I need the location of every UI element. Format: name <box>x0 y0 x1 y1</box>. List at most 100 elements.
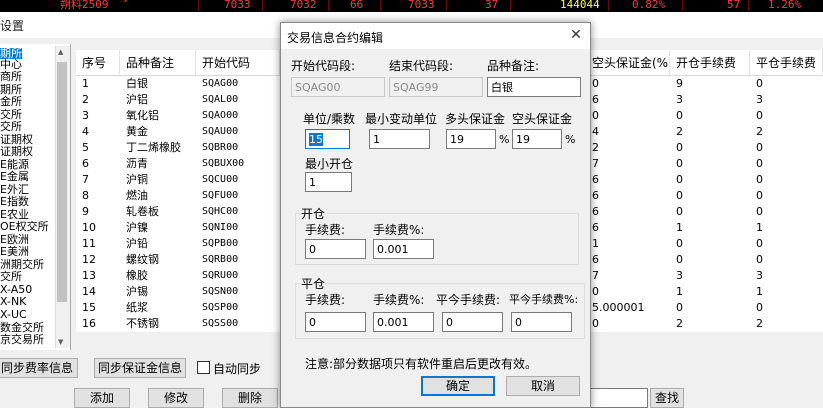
start-code-field[interactable]: SQAG00 <box>291 77 385 97</box>
exchange-list-item[interactable]: E农业 <box>0 209 29 220</box>
end-code-label: 结束代码段: <box>389 59 454 73</box>
exchange-list-item[interactable]: 证期权 <box>0 146 33 157</box>
table-cell: SQRU00 <box>202 270 239 281</box>
table-cell: 7 <box>82 173 89 186</box>
table-cell: 8 <box>82 189 89 202</box>
end-code-field[interactable]: SQAG99 <box>389 77 483 97</box>
exchange-list-item[interactable]: 期所 <box>0 84 22 95</box>
table-cell: 3 <box>756 93 763 106</box>
long-margin-field[interactable]: 19 <box>446 129 496 149</box>
table-cell: 不锈钢 <box>126 317 159 330</box>
search-input[interactable] <box>590 388 648 408</box>
exchange-list-item[interactable]: E外汇 <box>0 184 29 195</box>
scroll-up-arrow-icon[interactable]: ▲ <box>58 48 63 56</box>
search-button[interactable]: 查找 <box>650 388 684 408</box>
exchange-list-item[interactable]: E指数 <box>0 196 29 207</box>
unit-field[interactable]: 15 <box>305 129 350 149</box>
short-margin-percent: % <box>565 133 576 146</box>
close-today-fee-pct-field[interactable]: 0 <box>511 312 572 332</box>
ok-button[interactable]: 确定 <box>421 376 495 396</box>
table-cell: 6 <box>592 173 599 186</box>
column-header[interactable]: 空头保证金(%) <box>586 50 670 76</box>
table-cell: 燃油 <box>126 189 148 202</box>
table-cell: 沪铅 <box>126 237 148 250</box>
exchange-list-item[interactable]: 交所 <box>0 109 22 120</box>
exchange-list-item[interactable]: 金所 <box>0 96 22 107</box>
table-cell: 沪镍 <box>126 221 148 234</box>
delete-button[interactable]: 删除 <box>222 388 278 408</box>
add-button[interactable]: 添加 <box>74 388 130 408</box>
short-margin-label: 空头保证金 <box>512 112 573 126</box>
exchange-list-item[interactable]: X-UC <box>0 309 27 320</box>
column-header[interactable]: 序号 <box>76 50 120 76</box>
table-cell: 6 <box>592 205 599 218</box>
table-cell: SQCU00 <box>202 174 239 185</box>
exchange-list-item[interactable]: 交所 <box>0 271 22 282</box>
edit-button[interactable]: 修改 <box>148 388 204 408</box>
table-cell: SQAG00 <box>202 78 239 89</box>
exchange-list-item[interactable]: 证期权 <box>0 134 33 145</box>
short-margin-field[interactable]: 19 <box>512 129 562 149</box>
exchange-list-item[interactable]: 中心 <box>0 59 22 70</box>
exchange-list-item[interactable]: E金属 <box>0 171 29 182</box>
table-cell: SQHC00 <box>202 206 239 217</box>
exchange-list-item[interactable]: 商所 <box>0 71 22 82</box>
table-cell: 1 <box>756 285 763 298</box>
scroll-down-arrow-icon[interactable]: ▼ <box>58 338 63 346</box>
exchange-list-item[interactable]: OE权交所 <box>0 221 49 232</box>
exchange-list-item[interactable]: X-NK <box>0 296 26 307</box>
table-cell: 0 <box>676 157 683 170</box>
table-cell: 2 <box>82 93 89 106</box>
ticker-value: 7033 <box>224 0 251 11</box>
table-cell: 6 <box>82 157 89 170</box>
close-icon[interactable]: ✕ <box>567 26 585 44</box>
table-cell: 0 <box>592 109 599 122</box>
min-open-field[interactable]: 1 <box>305 172 352 192</box>
table-cell: 丁二烯橡胶 <box>126 141 181 154</box>
long-margin-percent: % <box>499 133 510 146</box>
table-cell: 纸浆 <box>126 301 148 314</box>
exchange-list-item[interactable]: 洲期交所 <box>0 259 44 270</box>
dialog-titlebar: 交易信息合约编辑 ✕ <box>281 23 590 49</box>
remark-field[interactable]: 白银 <box>487 77 581 97</box>
close-fee-pct-field[interactable]: 0.001 <box>373 312 434 332</box>
sync-fee-button[interactable]: 同步费率信息 <box>0 358 78 378</box>
table-cell: 0 <box>676 253 683 266</box>
cancel-button[interactable]: 取消 <box>506 376 580 396</box>
exchange-list-item[interactable]: X-A50 <box>0 284 32 295</box>
exchange-list-item[interactable]: 京交易所 <box>0 334 44 345</box>
exchange-list-item[interactable]: E欧洲 <box>0 234 29 245</box>
column-header[interactable]: 开仓手续费 <box>670 50 750 76</box>
exchange-list-item[interactable]: E能源 <box>0 159 29 170</box>
ticker-value: 37 <box>485 0 499 11</box>
exchange-list-item[interactable]: 数金交所 <box>0 322 44 333</box>
table-cell: 5.000001 <box>592 301 645 314</box>
column-header[interactable]: 品种备注 <box>120 50 196 76</box>
column-header[interactable]: 平仓手续费 <box>750 50 823 76</box>
table-cell: 6 <box>592 253 599 266</box>
sync-margin-button[interactable]: 同步保证金信息 <box>94 358 186 378</box>
table-cell: 7 <box>592 269 599 282</box>
table-cell: 9 <box>82 205 89 218</box>
auto-sync-checkbox[interactable] <box>197 361 210 374</box>
table-cell: SQAO00 <box>202 110 239 121</box>
close-fee-label: 手续费: <box>305 293 346 307</box>
table-cell: 3 <box>82 109 89 122</box>
close-group-label: 平仓 <box>299 275 328 292</box>
dialog-title: 交易信息合约编辑 <box>287 31 384 45</box>
column-header[interactable]: 开始代码 <box>196 50 280 76</box>
ticker-flag: * <box>123 0 129 8</box>
min-tick-field[interactable]: 1 <box>369 129 430 149</box>
exchange-list-scroll-thumb[interactable] <box>57 62 67 302</box>
close-today-fee-field[interactable]: 0 <box>442 312 503 332</box>
open-fee-field[interactable]: 0 <box>305 239 366 259</box>
ticker-value: 57 <box>727 0 741 11</box>
open-fee-pct-field[interactable]: 0.001 <box>373 239 434 259</box>
close-fee-field[interactable]: 0 <box>305 312 366 332</box>
table-cell: 0 <box>756 205 763 218</box>
table-cell: 10 <box>82 221 96 234</box>
exchange-list-item[interactable]: E美洲 <box>0 246 29 257</box>
exchange-list-item[interactable]: 交所 <box>0 121 22 132</box>
ticker-value: 66 <box>350 0 364 11</box>
table-cell: 0 <box>676 173 683 186</box>
